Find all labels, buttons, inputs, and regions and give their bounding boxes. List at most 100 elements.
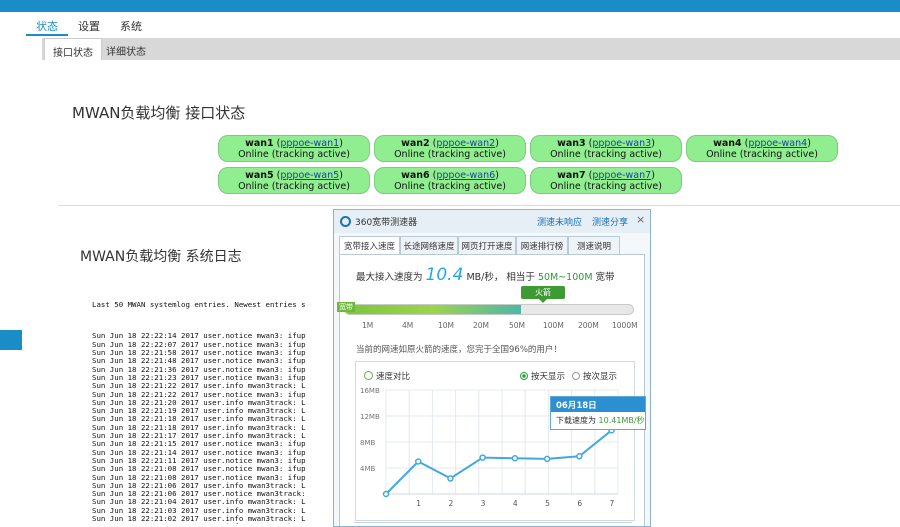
gauge-label: 宽带 [337, 302, 355, 312]
tab-long-distance[interactable]: 长途网络速度 [400, 236, 458, 255]
main-nav: 状态 设置 系统 [26, 14, 152, 36]
origin-point [382, 490, 390, 498]
gauge-tick-label: 50M [509, 321, 526, 330]
speed-point[interactable] [511, 455, 519, 462]
radio-by-count-label: 按次显示 [583, 372, 618, 382]
speed-line-chart: 4MB 8MB 12MB 16MB 1 2 3 4 5 6 7 [360, 387, 619, 508]
gauge-tick-label: 200M [578, 321, 599, 330]
nav-status[interactable]: 状态 [26, 14, 68, 36]
wan-name: wan1 [245, 138, 274, 149]
wan-link[interactable]: pppoe-wan4 [748, 138, 807, 149]
wan-name: wan4 [713, 138, 742, 149]
chart-tooltip: 06月18日 下载速度为 10.41MB/秒 [550, 396, 646, 430]
speedtest-popup: 360宽带测速器 测速未响应 测速分享 × 宽带接入速度 长途网络速度 网页打开… [333, 209, 651, 527]
tab-access-speed[interactable]: 宽带接入速度 [339, 236, 400, 255]
speed-point[interactable] [447, 475, 454, 482]
clock-icon [364, 371, 373, 380]
log-section-title: MWAN负载均衡 系统日志 [80, 249, 242, 265]
share-link[interactable]: 测速分享 [592, 215, 628, 228]
wan-name: wan6 [401, 170, 430, 181]
log-line: Sun Jun 18 22:21:02 2017 user.info mwan3… [92, 523, 332, 524]
tooltip-label: 下载速度为 [556, 416, 596, 425]
radio-on-icon [520, 372, 528, 380]
speed-point[interactable] [414, 458, 422, 465]
x-tick-label: 1 [416, 499, 421, 508]
wan-status-text: Online (tracking active) [550, 181, 662, 192]
tooltip-line: 下载速度为 10.41MB/秒 [551, 412, 645, 426]
wan-status-text: Online (tracking active) [238, 181, 350, 192]
wan-link[interactable]: pppoe-wan7 [592, 170, 651, 181]
no-response-link[interactable]: 测速未响应 [537, 215, 582, 228]
speed-unit: MB/秒， [466, 272, 504, 283]
speed-gauge [344, 304, 634, 315]
gauge-tick-label: 1M [362, 321, 374, 330]
system-log: Last 50 MWAN systemlog entries. Newest e… [92, 284, 332, 524]
chart-title-text: 速度对比 [376, 372, 411, 382]
wan-link[interactable]: pppoe-wan6 [436, 170, 495, 181]
radio-off-icon [572, 372, 580, 380]
wan-status-wan6: wan6 (pppoe-wan6) Online (tracking active… [374, 167, 526, 194]
x-tick-label: 4 [513, 499, 518, 508]
speed-equiv-prefix: 相当于 [506, 272, 535, 283]
speedtest-logo-icon [340, 216, 351, 227]
speed-summary: 最大接入速度为 10.4 MB/秒， 相当于 50M~100M 宽带 [356, 265, 615, 285]
wan-link[interactable]: pppoe-wan5 [280, 170, 339, 181]
wan-name: wan7 [557, 170, 586, 181]
tab-instructions[interactable]: 测速说明 [568, 236, 620, 255]
tab-ranking[interactable]: 网速排行榜 [516, 236, 568, 255]
wan-link[interactable]: pppoe-wan1 [280, 138, 339, 149]
wan-status-text: Online (tracking active) [238, 149, 350, 160]
gauge-tick-label: 1000M [612, 321, 638, 330]
x-tick-label: 7 [610, 499, 615, 508]
wan-link[interactable]: pppoe-wan2 [436, 138, 495, 149]
tab-page-speed[interactable]: 网页打开速度 [458, 236, 516, 255]
rocket-badge: 火箭 [521, 286, 565, 303]
speed-point[interactable] [479, 454, 486, 461]
popup-body: 最大接入速度为 10.4 MB/秒， 相当于 50M~100M 宽带 火箭 宽带… [337, 254, 646, 526]
close-icon[interactable]: × [636, 213, 645, 226]
section-divider [58, 205, 900, 206]
tab-interface-status[interactable]: 接口状态 [44, 38, 102, 60]
nav-system[interactable]: 系统 [110, 14, 152, 36]
x-tick-label: 6 [577, 499, 582, 508]
wan-status-text: Online (tracking active) [550, 149, 662, 160]
x-tick-label: 2 [448, 499, 453, 508]
speed-point[interactable] [576, 453, 583, 460]
y-tick-label: 8MB [360, 439, 375, 447]
gauge-ticks: 1M 4M 10M 20M 50M 100M 200M 1000M [340, 321, 646, 333]
chart-title: 速度对比 [364, 370, 410, 382]
radio-by-day[interactable]: 按天显示 [520, 370, 565, 382]
wan-status-text: Online (tracking active) [394, 181, 506, 192]
y-tick-label: 4MB [360, 465, 375, 473]
wan-name: wan5 [245, 170, 274, 181]
tooltip-date: 06月18日 [551, 397, 645, 412]
radio-by-day-label: 按天显示 [531, 372, 566, 382]
wan-name: wan3 [557, 138, 586, 149]
tab-detail-status[interactable]: 详细状态 [98, 38, 154, 60]
nav-settings[interactable]: 设置 [68, 14, 110, 36]
compare-text: 当前的网速如原火箭的速度，您完于全国96%的用户！ [356, 345, 562, 355]
left-accent [0, 330, 22, 350]
y-tick-label: 12MB [360, 413, 380, 421]
speed-point[interactable] [543, 455, 551, 463]
wan-status-wan7: wan7 (pppoe-wan7) Online (tracking active… [530, 167, 682, 194]
tooltip-value: 10.41MB/秒 [598, 416, 645, 425]
wan-status-text: Online (tracking active) [394, 149, 506, 160]
top-bar [0, 0, 900, 12]
log-header: Last 50 MWAN systemlog entries. Newest e… [92, 299, 306, 309]
gauge-tick-label: 20M [473, 321, 490, 330]
wan-link[interactable]: pppoe-wan3 [592, 138, 651, 149]
interface-section-title: MWAN负载均衡 接口状态 [72, 104, 246, 122]
log-lines: Sun Jun 18 22:22:14 2017 user.notice mwa… [92, 332, 332, 524]
speed-value: 10.4 [425, 265, 464, 285]
speed-gauge-fill [345, 305, 521, 314]
x-tick-label: 5 [545, 499, 550, 508]
wan-status-wan2: wan2 (pppoe-wan2) Online (tracking active… [374, 135, 526, 162]
speed-equiv: 50M~100M [537, 272, 593, 283]
popup-header: 360宽带测速器 测速未响应 测速分享 × [334, 210, 650, 233]
y-tick-label: 16MB [360, 387, 380, 395]
wan-status-wan4: wan4 (pppoe-wan4) Online (tracking active… [686, 135, 838, 162]
speed-prefix: 最大接入速度为 [356, 272, 423, 283]
popup-title: 360宽带测速器 [355, 218, 418, 228]
radio-by-count[interactable]: 按次显示 [572, 370, 617, 382]
